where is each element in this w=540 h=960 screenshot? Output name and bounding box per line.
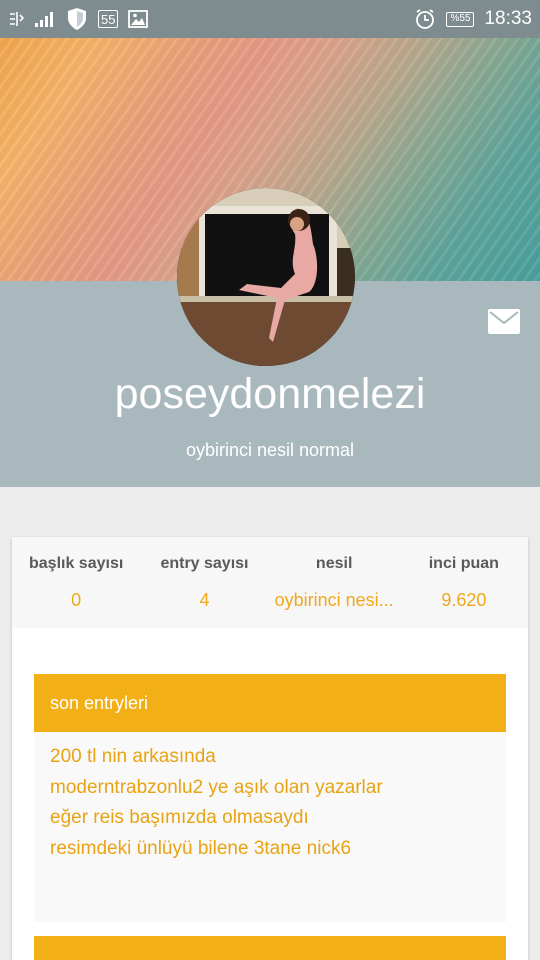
stat-value: 4 — [199, 590, 210, 610]
status-time: 18:33 — [484, 8, 532, 29]
profile-card: başlık sayısı 0 entry sayısı 4 nesil oyb… — [12, 537, 528, 960]
stat-label: nesil — [315, 555, 353, 572]
stat-topic-count: başlık sayısı 0 — [12, 537, 140, 628]
usb-debug-icon — [8, 10, 24, 28]
signal-icon — [34, 10, 56, 28]
stats-row: başlık sayısı 0 entry sayısı 4 nesil oyb… — [12, 537, 528, 628]
notification-count-icon: 55 — [98, 10, 119, 28]
mail-icon[interactable] — [488, 309, 520, 334]
image-icon — [128, 10, 149, 28]
profile-username: poseydonmelezi — [114, 370, 426, 418]
next-section — [34, 936, 506, 960]
stat-value: 9.620 — [441, 590, 487, 610]
stat-label: entry sayısı — [160, 555, 249, 572]
stat-pearl-points: inci puan 9.620 — [400, 537, 528, 628]
avatar[interactable] — [177, 188, 355, 366]
recent-entries-list: 200 tl nin arkasında moderntrabzonlu2 ye… — [34, 732, 506, 922]
stat-generation: nesil oybirinci nesi... — [269, 537, 400, 628]
stat-value: 0 — [71, 590, 82, 610]
battery-icon: %55 — [446, 11, 475, 27]
entry-link[interactable]: 200 tl nin arkasında — [50, 742, 490, 773]
stat-label: başlık sayısı — [29, 555, 124, 572]
status-bar: 55 %55 18:33 — [0, 0, 540, 38]
stat-entry-count: entry sayısı 4 — [140, 537, 268, 628]
section-title: son entryleri — [34, 674, 506, 732]
stat-value: oybirinci nesi... — [274, 590, 394, 610]
section-title — [34, 936, 506, 960]
stat-label: inci puan — [428, 555, 499, 572]
entry-link[interactable]: moderntrabzonlu2 ye aşık olan yazarlar — [50, 773, 490, 804]
alarm-clock-icon — [414, 8, 436, 30]
entry-link[interactable]: eğer reis başımızda olmasaydı — [50, 803, 490, 834]
recent-entries-section: son entryleri 200 tl nin arkasında moder… — [34, 674, 506, 922]
profile-subtitle: oybirinci nesil normal — [185, 440, 355, 460]
entry-link[interactable]: resimdeki ünlüyü bilene 3tane nick6 — [50, 834, 490, 865]
shield-icon — [66, 7, 88, 31]
